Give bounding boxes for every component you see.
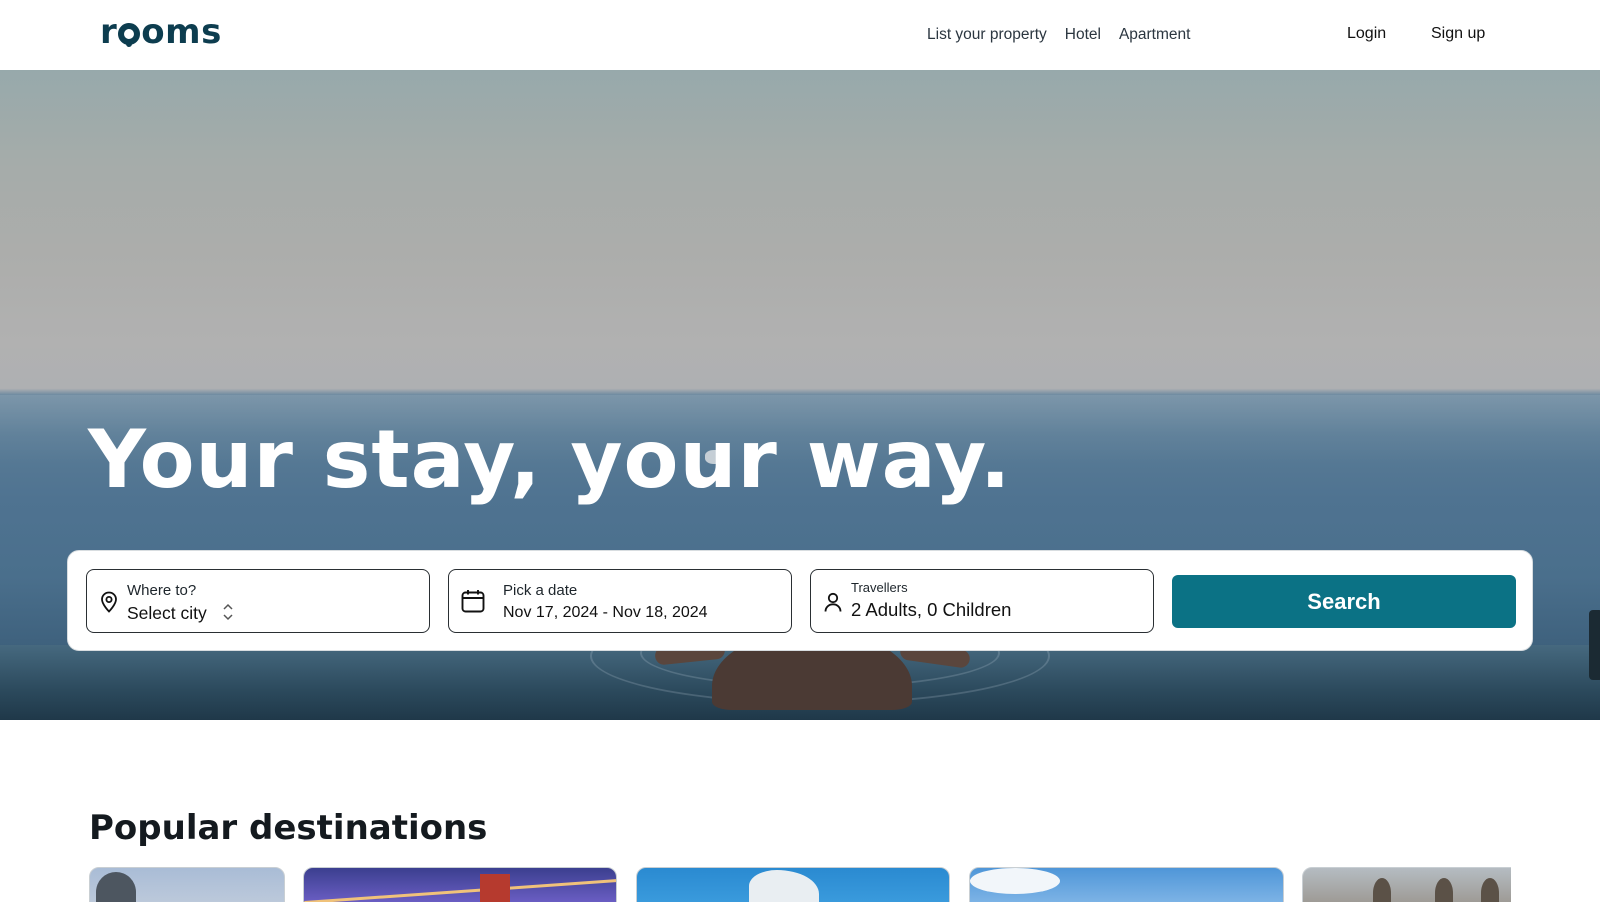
stupa-image: [1435, 878, 1453, 902]
chevron-updown-icon[interactable]: [221, 602, 235, 622]
cloud-image: [970, 868, 1060, 894]
date-value[interactable]: Nov 17, 2024 - Nov 18, 2024: [503, 604, 708, 622]
section-title: Popular destinations: [89, 808, 488, 848]
travellers-label: Travellers: [851, 580, 908, 595]
logo-pin-icon: [118, 23, 141, 47]
logo-text-end: oms: [141, 12, 222, 52]
nav-list-property[interactable]: List your property: [927, 26, 1047, 44]
pool-post: [1589, 610, 1600, 680]
signup-link[interactable]: Sign up: [1431, 25, 1485, 43]
travellers-value[interactable]: 2 Adults, 0 Children: [851, 599, 1011, 621]
destination-card[interactable]: [969, 867, 1284, 902]
travellers-field[interactable]: Travellers 2 Adults, 0 Children: [810, 569, 1154, 633]
destination-card[interactable]: [1302, 867, 1511, 902]
main-nav: List your property Hotel Apartment: [927, 26, 1190, 44]
location-pin-icon: [101, 591, 117, 613]
calendar-icon: [461, 590, 485, 613]
destination-cards: [89, 867, 1511, 902]
destination-value[interactable]: Select city: [127, 603, 207, 624]
destination-label: Where to?: [127, 582, 197, 599]
rooms-logo[interactable]: r oms: [100, 14, 222, 50]
top-header: r oms List your property Hotel Apartment …: [0, 0, 1600, 70]
hero-banner: Your stay, your way. Where to? Select ci…: [0, 70, 1600, 720]
mosque-dome-image: [96, 872, 136, 902]
destination-card[interactable]: [636, 867, 950, 902]
destination-card[interactable]: [89, 867, 285, 902]
nav-hotel[interactable]: Hotel: [1065, 26, 1101, 44]
monument-image: [749, 870, 819, 902]
search-button[interactable]: Search: [1172, 575, 1516, 628]
destination-field[interactable]: Where to? Select city: [86, 569, 430, 633]
date-label: Pick a date: [503, 582, 578, 599]
login-link[interactable]: Login: [1347, 25, 1386, 43]
bridge-tower-image: [480, 874, 510, 902]
search-panel: Where to? Select city Pick a date Nov 17…: [67, 550, 1533, 651]
destination-card[interactable]: [303, 867, 617, 902]
date-field[interactable]: Pick a date Nov 17, 2024 - Nov 18, 2024: [448, 569, 792, 633]
hero-headline: Your stay, your way.: [88, 413, 1012, 506]
stupa-image: [1373, 878, 1391, 902]
nav-apartment[interactable]: Apartment: [1119, 26, 1191, 44]
bridge-lights-image: [304, 879, 616, 902]
person-icon: [824, 592, 842, 612]
logo-text-start: r: [100, 12, 118, 52]
stupa-image: [1481, 878, 1499, 902]
